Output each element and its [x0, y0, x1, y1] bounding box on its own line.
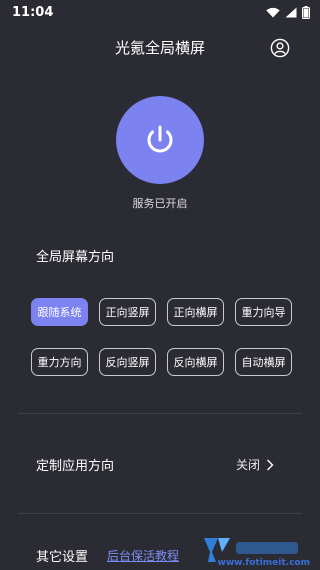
- orientation-option-auto-landscape[interactable]: 自动横屏: [235, 348, 292, 376]
- watermark-url: www.fotimeit.com: [217, 558, 310, 568]
- divider: [18, 513, 302, 514]
- other-settings-label: 其它设置: [36, 550, 89, 565]
- orientation-option-reverse-portrait[interactable]: 反向竖屏: [99, 348, 156, 376]
- orientation-section-title: 全局屏幕方向: [36, 250, 115, 265]
- custom-app-orientation-value[interactable]: 关闭: [236, 456, 274, 473]
- orientation-option-landscape[interactable]: 正向横屏: [167, 298, 224, 326]
- keep-alive-tutorial-link[interactable]: 后台保活教程: [107, 547, 179, 564]
- orientation-options: 跟随系统 正向竖屏 正向横屏 重力向导 重力方向 反向竖屏 反向横屏 自动横屏: [31, 298, 293, 378]
- orientation-option-gravity-guide[interactable]: 重力向导: [235, 298, 292, 326]
- profile-button[interactable]: [270, 38, 290, 58]
- status-bar: 11:04: [0, 0, 320, 24]
- divider: [18, 413, 302, 414]
- orientation-option-portrait[interactable]: 正向竖屏: [99, 298, 156, 326]
- user-icon: [270, 38, 290, 58]
- chevron-right-icon: [267, 459, 274, 470]
- power-icon: [147, 125, 173, 153]
- wifi-icon: [266, 7, 280, 17]
- status-icons: [266, 5, 310, 19]
- app-header: 光氪全局横屏: [0, 36, 320, 60]
- signal-icon: [285, 7, 297, 17]
- service-status: 服务已开启: [132, 197, 188, 210]
- status-time: 11:04: [12, 4, 54, 20]
- orientation-option-gravity[interactable]: 重力方向: [31, 348, 88, 376]
- orientation-option-reverse-landscape[interactable]: 反向横屏: [167, 348, 224, 376]
- power-button[interactable]: [116, 96, 204, 184]
- custom-app-orientation-status: 关闭: [235, 458, 260, 472]
- custom-app-orientation-label[interactable]: 定制应用方向: [36, 455, 114, 474]
- battery-icon: [302, 5, 310, 19]
- orientation-option-follow-system[interactable]: 跟随系统: [31, 298, 88, 326]
